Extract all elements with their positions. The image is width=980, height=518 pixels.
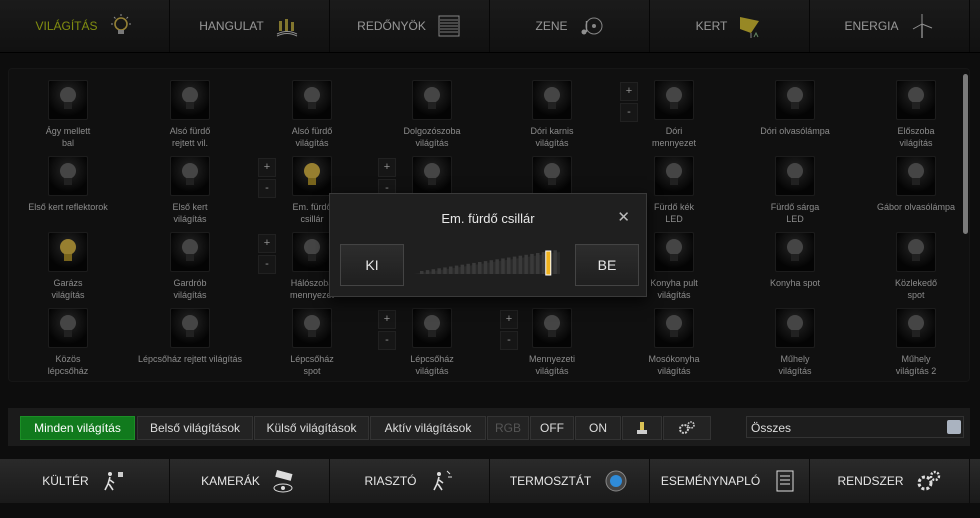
tab-termosztat[interactable]: TERMOSZTÁT: [490, 459, 650, 503]
tab-kamerak[interactable]: KAMERÁK: [170, 459, 330, 503]
tab-esemenynaplo[interactable]: ESEMÉNYNAPLÓ: [650, 459, 810, 503]
alarm-runner-icon: [432, 470, 452, 491]
category-select[interactable]: Összes: [746, 416, 964, 438]
slider-step: [495, 259, 499, 274]
slider-step: [553, 250, 557, 274]
log-icon: [776, 470, 794, 492]
tab-label: KAMERÁK: [201, 474, 260, 488]
slider-step: [466, 263, 470, 274]
filter-bar: Minden világítás Belső világítások Külső…: [8, 408, 970, 446]
slider-step: [536, 253, 540, 274]
slider-step: [460, 264, 465, 274]
on-button[interactable]: BE: [575, 244, 639, 286]
filter-active-lights[interactable]: Aktív világítások: [370, 416, 486, 440]
slider-step: [507, 257, 511, 274]
tab-label: TERMOSZTÁT: [509, 474, 592, 488]
slider-step: [483, 261, 488, 274]
filter-all-lights[interactable]: Minden világítás: [20, 416, 135, 440]
settings-button[interactable]: [663, 416, 711, 440]
motion-sensor-icon: [104, 472, 123, 491]
off-button[interactable]: KI: [340, 244, 404, 286]
tab-label: KÜLTÉR: [42, 474, 89, 488]
slider-step: [524, 254, 528, 274]
bulb-settings-button[interactable]: [622, 416, 662, 440]
tab-label: RIASZTÓ: [364, 474, 417, 488]
tab-label: ESEMÉNYNAPLÓ: [660, 474, 761, 488]
thermostat-icon: [605, 470, 627, 492]
bottom-navigation: KÜLTÉR KAMERÁK RIASZTÓ TERMOSZTÁT ESEMÉN…: [0, 459, 980, 503]
filter-on[interactable]: ON: [575, 416, 621, 440]
camera-icon: [273, 470, 293, 493]
slider-step: [454, 265, 459, 274]
slider-step: [431, 269, 436, 274]
tab-label: RENDSZER: [837, 474, 904, 488]
slider-step: [541, 252, 546, 274]
tab-kulter[interactable]: KÜLTÉR: [0, 459, 170, 503]
filter-off[interactable]: OFF: [530, 416, 574, 440]
slider-step: [472, 262, 476, 274]
filter-outdoor-lights[interactable]: Külső világítások: [254, 416, 369, 440]
select-value: Összes: [751, 421, 792, 435]
filter-indoor-lights[interactable]: Belső világítások: [137, 416, 253, 440]
slider-step: [443, 267, 447, 274]
bulb-settings-icon: [637, 422, 647, 434]
slider-step: [501, 258, 505, 274]
slider-step: [518, 255, 523, 274]
close-icon[interactable]: ✕: [617, 208, 630, 226]
tab-riaszto[interactable]: RIASZTÓ: [330, 459, 490, 503]
slider-step: [449, 266, 453, 274]
gears-icon: [679, 421, 695, 434]
tab-rendszer[interactable]: RENDSZER: [810, 459, 970, 503]
dialog-title: Em. fürdő csillár: [441, 211, 535, 226]
slider-step: [437, 268, 441, 274]
slider-step: [425, 270, 430, 274]
slider-step: [489, 260, 494, 274]
chevron-down-icon[interactable]: [947, 420, 961, 434]
slider-step: [530, 253, 534, 274]
slider-step: [478, 262, 482, 274]
gears-icon: [917, 470, 940, 491]
dimmer-slider[interactable]: [410, 250, 560, 280]
filter-rgb[interactable]: RGB: [487, 416, 529, 440]
slider-step: [512, 256, 517, 274]
dimmer-dialog: Em. fürdő csillár ✕ KI BE: [329, 193, 647, 297]
slider-handle[interactable]: [545, 250, 552, 276]
slider-step: [420, 271, 424, 274]
